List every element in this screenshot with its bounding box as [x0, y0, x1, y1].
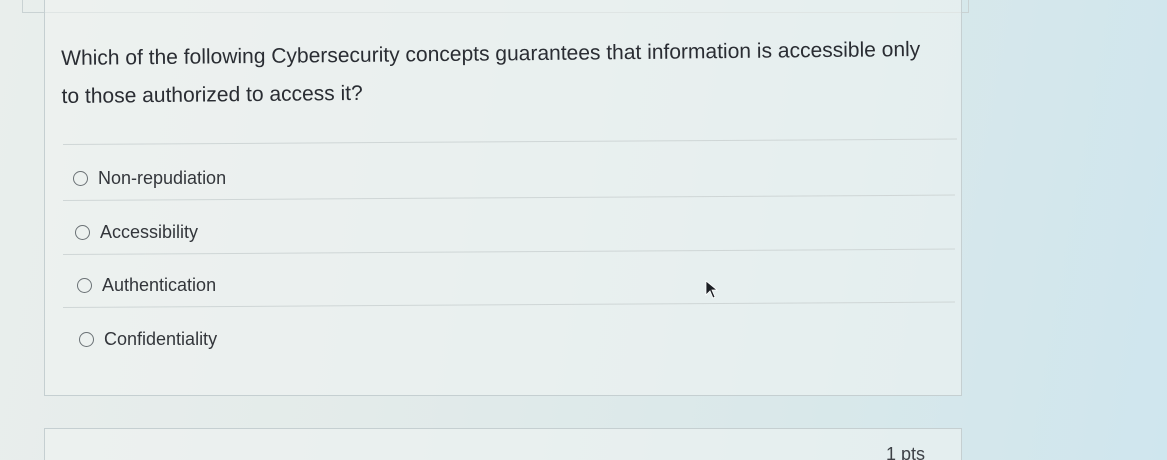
radio-button[interactable] [77, 278, 92, 293]
answer-option-accessibility[interactable]: Accessibility [75, 222, 198, 243]
option-label: Authentication [102, 275, 217, 295]
option-label: Accessibility [100, 222, 199, 242]
question-card: Which of the following Cybersecurity con… [44, 0, 962, 396]
option-label: Confidentiality [104, 329, 218, 349]
answer-option-authentication[interactable]: Authentication [77, 275, 216, 296]
mouse-cursor-icon [705, 280, 719, 299]
points-label: 1 pts [886, 444, 926, 460]
question-text: Which of the following Cybersecurity con… [61, 38, 921, 108]
divider [62, 138, 957, 145]
divider [62, 194, 955, 201]
next-question-card [44, 428, 962, 460]
radio-button[interactable] [73, 171, 88, 186]
answer-option-confidentiality[interactable]: Confidentiality [79, 329, 217, 350]
radio-button[interactable] [75, 225, 90, 240]
answer-option-non-repudiation[interactable]: Non-repudiation [73, 168, 226, 189]
option-label: Non-repudiation [98, 168, 227, 188]
divider [62, 301, 955, 308]
divider [62, 248, 955, 255]
radio-button[interactable] [79, 332, 94, 347]
